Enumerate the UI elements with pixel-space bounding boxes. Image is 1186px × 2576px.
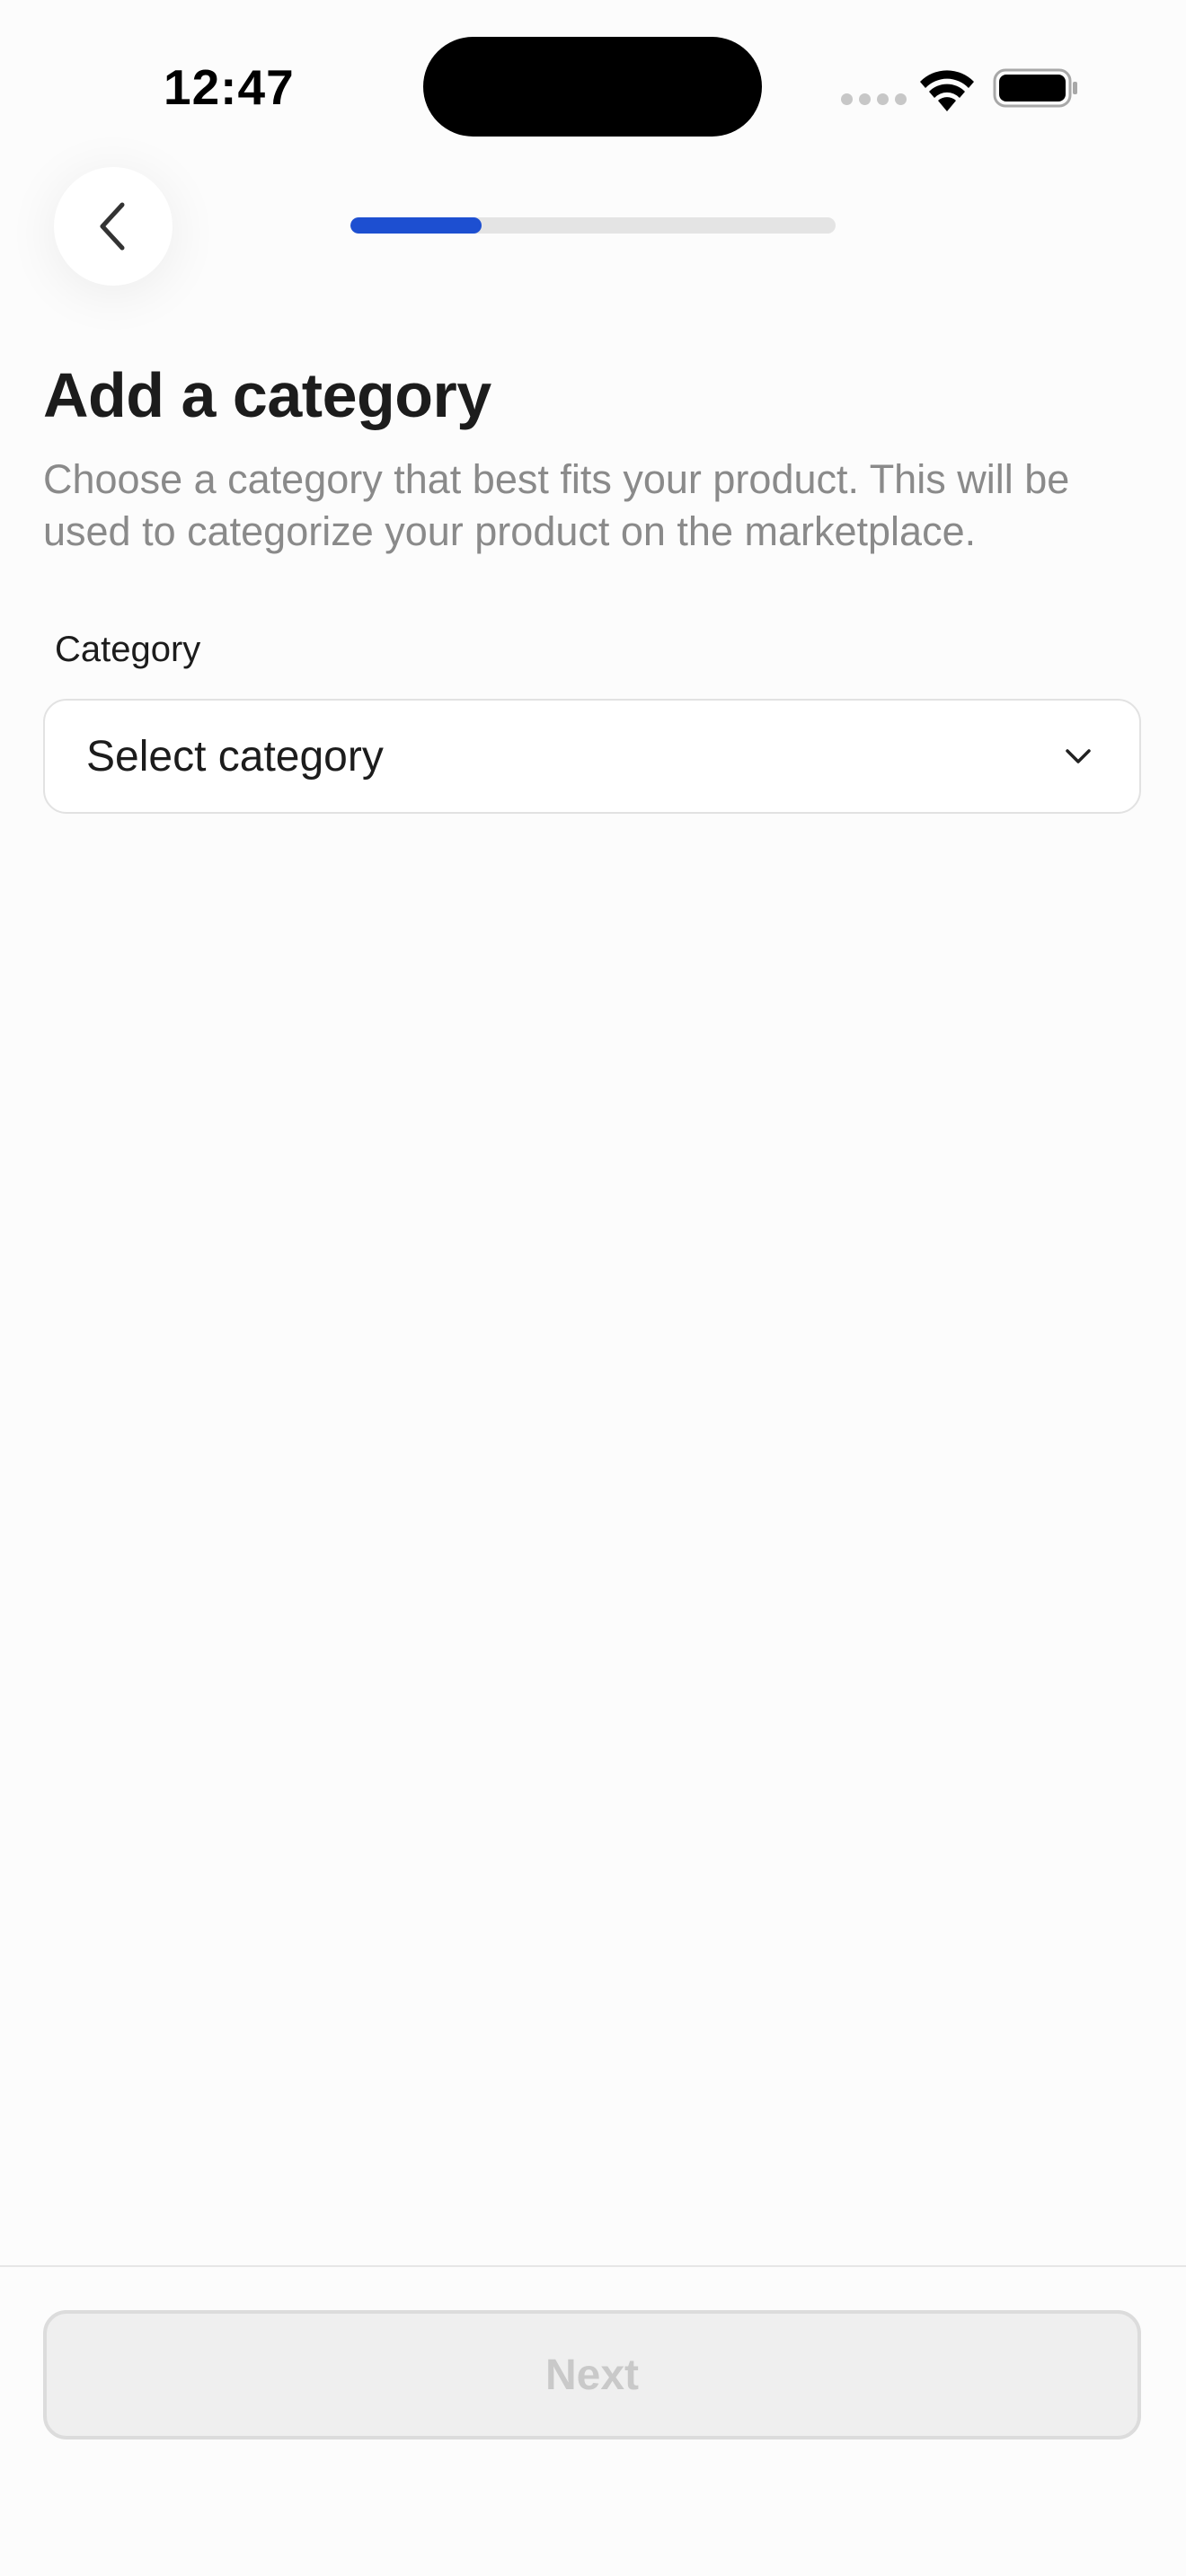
category-select[interactable]: Select category: [43, 699, 1141, 814]
category-label: Category: [55, 630, 201, 669]
footer-divider: [0, 2265, 1186, 2267]
page-subtitle: Choose a category that best fits your pr…: [43, 456, 1070, 554]
page-title: Add a category: [43, 360, 491, 430]
category-select-value: Select category: [86, 732, 384, 781]
dynamic-island: [423, 37, 762, 137]
chevron-left-icon: [100, 202, 125, 251]
battery-icon: [993, 68, 1077, 108]
signal-dots-icon: [841, 93, 907, 105]
progress-fill: [350, 217, 482, 234]
progress-bar: [350, 217, 836, 234]
chevron-down-icon: [1066, 749, 1091, 763]
status-time: 12:47: [164, 59, 295, 115]
next-button[interactable]: Next: [43, 2310, 1141, 2439]
screen: 12:47 Add a category Choose a category t…: [0, 0, 1186, 2576]
wifi-icon: [920, 70, 974, 111]
back-button[interactable]: [54, 167, 173, 286]
